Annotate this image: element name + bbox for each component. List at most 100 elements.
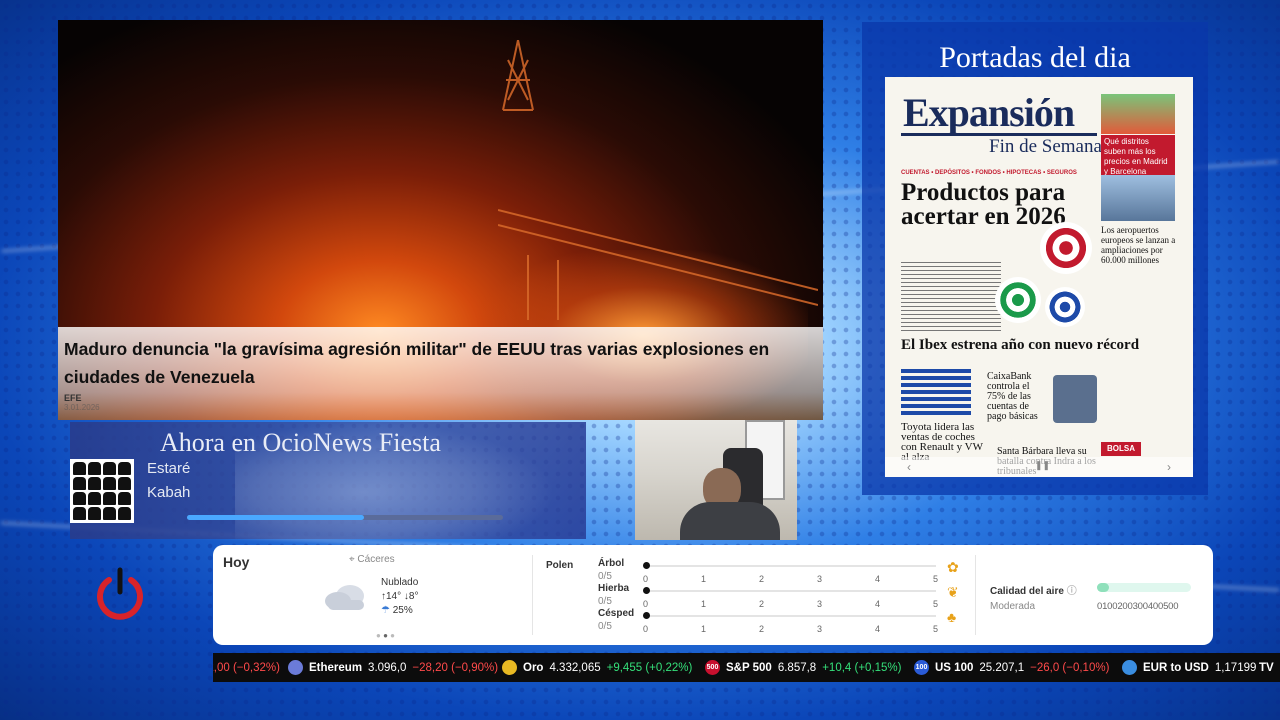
weather-location: ⌖ Cáceres [349,554,395,565]
pollen-level-dot [643,612,650,619]
playback-progress-bar[interactable] [187,515,503,520]
chevron-left-icon[interactable]: ‹ [907,460,911,474]
pause-icon[interactable]: ❚❚ [1035,460,1050,471]
portadas-panel: Portadas del dia Expansión Fin de Semana… [862,22,1208,495]
playback-progress-fill [187,515,364,520]
ticker-change: 92,00 (−0,32%) [213,661,280,674]
temp-low: 8° [408,591,419,602]
info-icon[interactable]: ⓘ [1067,586,1077,597]
pollen-scale-tick: 2 [759,599,765,609]
newspaper-masthead: Expansión [903,90,1075,135]
location-label: Cáceres [357,554,395,565]
pollen-scale-tick: 3 [817,599,823,609]
pollen-scale-tick: 1 [701,574,707,584]
divider [975,555,976,635]
divider [532,555,533,635]
ticker-change: −28,20 (−0,90%) [412,661,499,674]
sp500-icon: 500 [705,660,720,675]
cover-pagination[interactable]: ‹ ❚❚ › [885,457,1193,477]
ticker-price: 4.332,065 [549,661,601,674]
ticker-price: 25.207,1 [979,661,1025,674]
ticker-item[interactable]: Ethereum 3.096,0 −28,20 (−0,90%) [288,653,498,682]
pollen-track [646,615,936,617]
pollen-plant-icon: ♣ [947,609,957,625]
ticker-item[interactable]: 92,00 (−0,32%) [213,653,280,682]
pollen-label: Polen [546,560,574,571]
pollen-scale-tick: 0 [643,574,649,584]
pollen-scale-tick: 1 [701,599,707,609]
air-quality-value: Moderada [990,601,1036,612]
news-headline: Maduro denuncia "la gravísima agresión m… [64,339,770,387]
location-pin-icon: ⌖ [349,554,355,565]
tradingview-logo: TV [1259,661,1274,674]
ticker-change: +10,4 (+0,15%) [822,661,902,674]
umbrella-icon: ☂ [381,605,390,616]
pollen-scale-tick: 5 [933,599,939,609]
airport-photo [1101,175,1175,221]
news-video-panel[interactable]: Maduro denuncia "la gravísima agresión m… [58,20,823,420]
pollen-scale-tick: 5 [933,574,939,584]
ticker-item[interactable]: 500 S&P 500 6.857,8 +10,4 (+0,15%) [705,653,901,682]
album-art [70,459,134,523]
ethereum-icon [288,660,303,675]
ticker-price: 3.096,0 [368,661,407,674]
newspaper-toyota-headline: Toyota lidera las ventas de coches con R… [901,421,983,463]
ticker-item[interactable]: 100 US 100 25.207,1 −26,0 (−0,10%) [914,653,1109,682]
pollen-track [646,590,936,592]
housing-illustration [1101,94,1175,134]
ticker-name: US 100 [935,661,974,674]
newspaper-secondary-headline: El Ibex estrena año con nuevo récord [901,337,1140,353]
newspaper-airports-headline: Los aeropuertos europeos se lanzan a amp… [1101,225,1176,265]
carousel-dots[interactable]: ● ● ● [376,631,395,640]
ticker-price: 1,17199 [1214,661,1257,674]
pollen-scale-tick: 3 [817,574,823,584]
weather-precip: ☂ 25% [381,605,413,616]
pollen-scale-tick: 4 [875,624,881,634]
newspaper-bolsa-label: BOLSA [1101,442,1141,456]
target-icon [1045,287,1085,327]
pollen-level-dot [643,562,650,569]
newspaper-sections: CUENTAS • DEPÓSITOS • FONDOS • HIPOTECAS… [901,170,1077,176]
newspaper-edition: Fin de Semana [989,136,1102,157]
ticker-name: S&P 500 [726,661,772,674]
pollen-type-value: 0/5 [598,621,612,632]
air-quality-title: Calidad del aire [990,586,1064,597]
pollen-scale-tick: 4 [875,574,881,584]
newspaper-cover[interactable]: Expansión Fin de Semana CUENTAS • DEPÓSI… [885,77,1193,477]
newspaper-side-top: Qué distritos suben más los precios en M… [1101,135,1175,179]
ticker-name: Oro [523,661,544,674]
pollen-level-dot [643,587,650,594]
cloud-icon [323,581,369,611]
pollen-scale-tick: 5 [933,624,939,634]
pollen-plant-icon: ✿ [947,559,959,575]
ticker-item[interactable]: Oro 4.332,065 +9,455 (+0,22%) [502,653,692,682]
pollen-scale-tick: 4 [875,599,881,609]
ticker-change: −26,0 (−0,10%) [1030,661,1110,674]
weather-condition: Nublado [381,577,419,588]
pollen-type-value: 0/5 [598,571,612,582]
ticker-item[interactable]: EUR to USD 1,17199 [1122,653,1256,682]
news-caption: Maduro denuncia "la gravísima agresión m… [58,327,823,420]
weather-title: Hoy [223,554,250,570]
power-icon[interactable] [95,566,145,622]
market-ticker: 92,00 (−0,32%) Ethereum 3.096,0 −28,20 (−0,… [213,653,1280,682]
temp-high: 14° [386,591,402,602]
news-source: EFE [64,393,82,403]
chevron-right-icon[interactable]: › [1167,460,1171,474]
pollen-scale-tick: 0 [643,624,649,634]
article-text [901,262,1001,332]
news-date: 3.01.2026 [64,403,100,412]
us100-icon: 100 [914,660,929,675]
pollen-track [646,565,936,567]
ticker-name: Ethereum [309,661,363,674]
ticker-price: 6.857,8 [777,661,817,674]
pollen-scale-tick: 3 [817,624,823,634]
pollen-scale-tick: 1 [701,624,707,634]
air-quality-scale: 0100200300400500 [1097,601,1179,612]
now-playing-heading: Ahora en OcioNews Fiesta [160,428,441,457]
pollen-plant-icon: ❦ [947,584,959,600]
newspaper-main-headline: Productos para acertar en 2026 [901,179,1066,230]
pollen-type-value: 0/5 [598,596,612,607]
target-icon [995,277,1041,323]
target-icon [1040,222,1092,274]
